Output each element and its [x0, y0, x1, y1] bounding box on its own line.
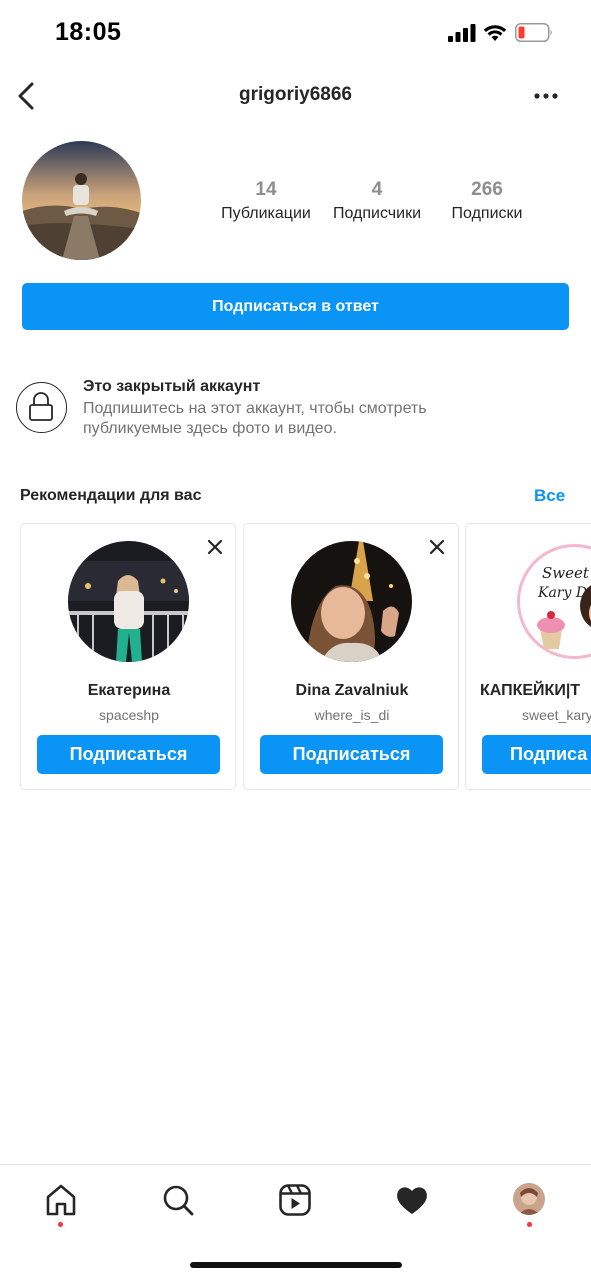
notification-dot [527, 1222, 532, 1227]
status-bar: 18:05 [0, 0, 591, 66]
svg-text:Sweet: Sweet [542, 564, 590, 582]
following-count: 266 [471, 179, 503, 200]
followers-count: 4 [371, 179, 383, 200]
following-label: Подписки [451, 205, 523, 222]
close-icon[interactable] [206, 538, 224, 556]
wifi-icon [483, 25, 507, 41]
profile-tab-avatar[interactable] [513, 1183, 545, 1215]
notification-dot [58, 1222, 63, 1227]
profile-header: grigoriy6866 [0, 72, 591, 120]
follow-back-button[interactable]: Подписаться в ответ [22, 283, 569, 330]
posts-label: Публикации [221, 205, 311, 222]
follow-button[interactable]: Подписаться [37, 735, 220, 774]
more-options-icon[interactable] [530, 86, 562, 106]
see-all-link[interactable]: Все [534, 486, 565, 506]
suggestion-avatar[interactable] [68, 541, 189, 662]
follow-button[interactable]: Подписа [482, 735, 591, 774]
suggestion-avatar[interactable]: Sweet Kary D. [514, 541, 591, 662]
suggestion-handle: where_is_di [314, 707, 390, 723]
suggestion-name: Екатерина [87, 682, 171, 699]
posts-count: 14 [255, 179, 277, 200]
recommendations-title: Рекомендации для вас [20, 487, 202, 504]
suggestion-handle: sweet_kary [522, 707, 591, 723]
status-time: 18:05 [55, 18, 122, 46]
private-account-title: Это закрытый аккаунт [83, 378, 261, 395]
suggestion-card[interactable]: Sweet Kary D. КАПКЕЙКИ|Т sweet_kary Подп… [465, 523, 591, 790]
suggestion-card[interactable]: Екатерина spaceshp Подписаться [20, 523, 236, 790]
profile-username: grigoriy6866 [239, 84, 352, 105]
lock-icon [29, 392, 53, 421]
suggestion-card[interactable]: Dina Zavalniuk where_is_di Подписаться [243, 523, 459, 790]
suggestion-name: КАПКЕЙКИ|Т [480, 682, 581, 699]
profile-avatar[interactable] [22, 141, 141, 260]
private-account-badge [16, 382, 67, 433]
cellular-signal-icon [448, 24, 476, 42]
activity-heart-icon[interactable] [395, 1183, 429, 1217]
suggestion-handle: spaceshp [99, 707, 159, 723]
home-indicator [190, 1262, 402, 1268]
home-icon[interactable] [44, 1183, 78, 1217]
stat-posts[interactable]: 14 Публикации [210, 178, 322, 226]
private-account-description: Подпишитесь на этот аккаунт, чтобы смотр… [83, 400, 427, 437]
close-icon[interactable] [428, 538, 446, 556]
stat-following[interactable]: 266 Подписки [432, 178, 542, 226]
search-icon[interactable] [161, 1183, 195, 1217]
suggestion-name: Dina Zavalniuk [295, 682, 409, 699]
sweet-kary-logo: Sweet Kary D. [514, 541, 591, 662]
follow-button[interactable]: Подписаться [260, 735, 443, 774]
followers-label: Подписчики [332, 205, 421, 222]
reels-icon[interactable] [278, 1183, 312, 1217]
battery-low-icon [515, 23, 552, 42]
suggestion-avatar[interactable] [291, 541, 412, 662]
stat-followers[interactable]: 4 Подписчики [322, 178, 432, 226]
